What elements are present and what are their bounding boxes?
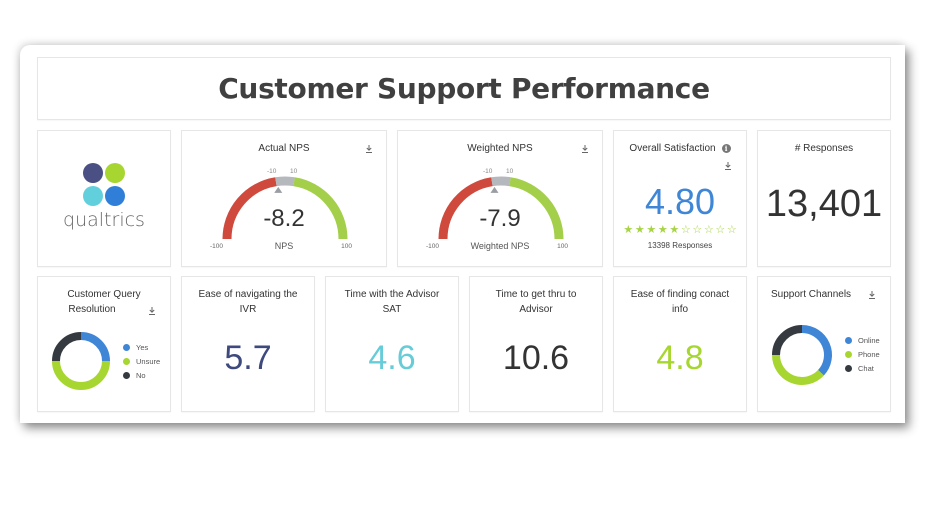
title-line-2: SAT bbox=[382, 304, 402, 315]
gauge-band-low-label: -10 bbox=[267, 168, 277, 175]
star-filled-icon: ★ bbox=[669, 224, 680, 236]
legend-dot-icon bbox=[123, 343, 130, 351]
star-empty-icon: ☆ bbox=[703, 224, 714, 236]
gauge-grey-segment bbox=[275, 176, 295, 187]
donut-slice-online[interactable] bbox=[801, 325, 832, 376]
title-line-1: Time with the Advisor bbox=[344, 289, 440, 300]
overall-satisfaction-title-text: Overall Satisfaction bbox=[629, 143, 716, 154]
legend-dot-icon bbox=[123, 357, 130, 365]
donut-slice-phone[interactable] bbox=[772, 354, 824, 385]
contact-info-title: Ease of finding conact info bbox=[614, 287, 746, 317]
overall-satisfaction-value: 4.80 bbox=[644, 181, 716, 222]
title-line-1: Time to get thru to bbox=[495, 289, 577, 300]
responses-value: 13,401 bbox=[765, 183, 883, 225]
responses-count-text: 13398 Responses bbox=[647, 241, 713, 250]
title-line-2: IVR bbox=[239, 304, 257, 315]
logo-text: qualtrics bbox=[63, 209, 145, 231]
advisor-sat-card: Time with the Advisor SAT 4.6 bbox=[325, 276, 459, 412]
header-card: Customer Support Performance bbox=[37, 57, 891, 120]
donut-slice-unsure[interactable] bbox=[52, 360, 110, 390]
star-filled-icon: ★ bbox=[657, 224, 668, 236]
support-channels-legend: Online Phone Chat bbox=[845, 333, 880, 375]
legend-item-chat[interactable]: Chat bbox=[845, 361, 880, 375]
gauge-grey-segment bbox=[491, 176, 511, 187]
ivr-title: Ease of navigating the IVR bbox=[182, 287, 314, 317]
donut-slice-yes[interactable] bbox=[80, 332, 110, 362]
support-channels-card: Support Channels Online Phone Chat bbox=[757, 276, 891, 412]
legend-label: Online bbox=[858, 335, 880, 345]
responses-title: # Responses bbox=[794, 143, 854, 154]
legend-label: Yes bbox=[136, 342, 149, 352]
gauge-pointer bbox=[274, 186, 283, 193]
legend-label: Unsure bbox=[136, 356, 161, 366]
legend-item-no[interactable]: No bbox=[123, 368, 160, 382]
star-filled-icon: ★ bbox=[646, 224, 657, 236]
logo-card: qualtrics bbox=[37, 130, 171, 267]
ivr-card: Ease of navigating the IVR 5.7 bbox=[181, 276, 315, 412]
download-icon[interactable] bbox=[723, 161, 733, 171]
star-filled-icon: ★ bbox=[623, 224, 634, 236]
weighted-nps-value: -7.9 bbox=[479, 205, 521, 232]
dashboard-frame: Customer Support Performance qualtrics A… bbox=[20, 45, 905, 423]
legend-item-unsure[interactable]: Unsure bbox=[123, 354, 160, 368]
star-empty-icon: ☆ bbox=[692, 224, 703, 236]
legend-dot-icon bbox=[845, 350, 852, 358]
title-line-2: Advisor bbox=[519, 304, 553, 315]
gauge-min-label: -100 bbox=[426, 243, 440, 250]
legend-dot-icon bbox=[123, 371, 130, 379]
legend-label: Chat bbox=[858, 363, 874, 373]
responses-card: # Responses 13,401 bbox=[757, 130, 891, 267]
star-filled-icon: ★ bbox=[634, 224, 645, 236]
qualtrics-logo-icon bbox=[83, 163, 125, 206]
query-resolution-card: Customer Query Resolution Yes Unsure No bbox=[37, 276, 171, 412]
title-line-1: Ease of finding conact bbox=[630, 289, 730, 300]
overall-satisfaction-card: Overall Satisfaction i 4.80 ★ ★ ★ ★ ★ ☆ ☆ ☆ ☆ ☆ 13… bbox=[613, 130, 747, 267]
gauge-pointer bbox=[490, 186, 499, 193]
time-to-advisor-card: Time to get thru to Advisor 10.6 bbox=[469, 276, 603, 412]
contact-info-value: 4.8 bbox=[656, 339, 704, 377]
donut-slice-chat[interactable] bbox=[772, 325, 803, 356]
gauge-max-label: 100 bbox=[341, 243, 352, 250]
star-empty-icon: ☆ bbox=[726, 224, 737, 236]
query-resolution-legend: Yes Unsure No bbox=[123, 340, 160, 382]
info-icon[interactable]: i bbox=[721, 143, 731, 153]
legend-dot-icon bbox=[845, 336, 852, 344]
page-title: Customer Support Performance bbox=[218, 72, 710, 105]
title-line-2: info bbox=[671, 304, 689, 315]
legend-item-yes[interactable]: Yes bbox=[123, 340, 160, 354]
time-to-advisor-title: Time to get thru to Advisor bbox=[470, 287, 602, 317]
ivr-value: 5.7 bbox=[224, 339, 272, 377]
legend-item-phone[interactable]: Phone bbox=[845, 347, 880, 361]
contact-info-card: Ease of finding conact info 4.8 bbox=[613, 276, 747, 412]
legend-label: No bbox=[136, 370, 146, 380]
star-empty-icon: ☆ bbox=[715, 224, 726, 236]
star-rating: ★ ★ ★ ★ ★ ☆ ☆ ☆ ☆ ☆ bbox=[614, 224, 746, 236]
title-line-1: Ease of navigating the bbox=[198, 289, 298, 300]
advisor-sat-title: Time with the Advisor SAT bbox=[326, 287, 458, 317]
legend-item-online[interactable]: Online bbox=[845, 333, 880, 347]
actual-nps-value: -8.2 bbox=[263, 205, 305, 232]
gauge-band-high-label: 10 bbox=[290, 168, 298, 175]
star-empty-icon: ☆ bbox=[680, 224, 691, 236]
gauge-band-low-label: -10 bbox=[483, 168, 493, 175]
advisor-sat-value: 4.6 bbox=[368, 339, 416, 377]
gauge-min-label: -100 bbox=[210, 243, 224, 250]
legend-dot-icon bbox=[845, 364, 852, 372]
weighted-nps-card: Weighted NPS -7.9 Weighted NPS -100 100 … bbox=[397, 130, 603, 267]
legend-label: Phone bbox=[858, 349, 880, 359]
time-to-advisor-value: 10.6 bbox=[502, 339, 570, 377]
donut-slice-no[interactable] bbox=[52, 332, 82, 362]
actual-nps-card: Actual NPS -8.2 NPS -100 100 -10 10 bbox=[181, 130, 387, 267]
gauge-max-label: 100 bbox=[557, 243, 568, 250]
overall-satisfaction-title: Overall Satisfaction i bbox=[614, 141, 746, 156]
gauge-band-high-label: 10 bbox=[506, 168, 514, 175]
